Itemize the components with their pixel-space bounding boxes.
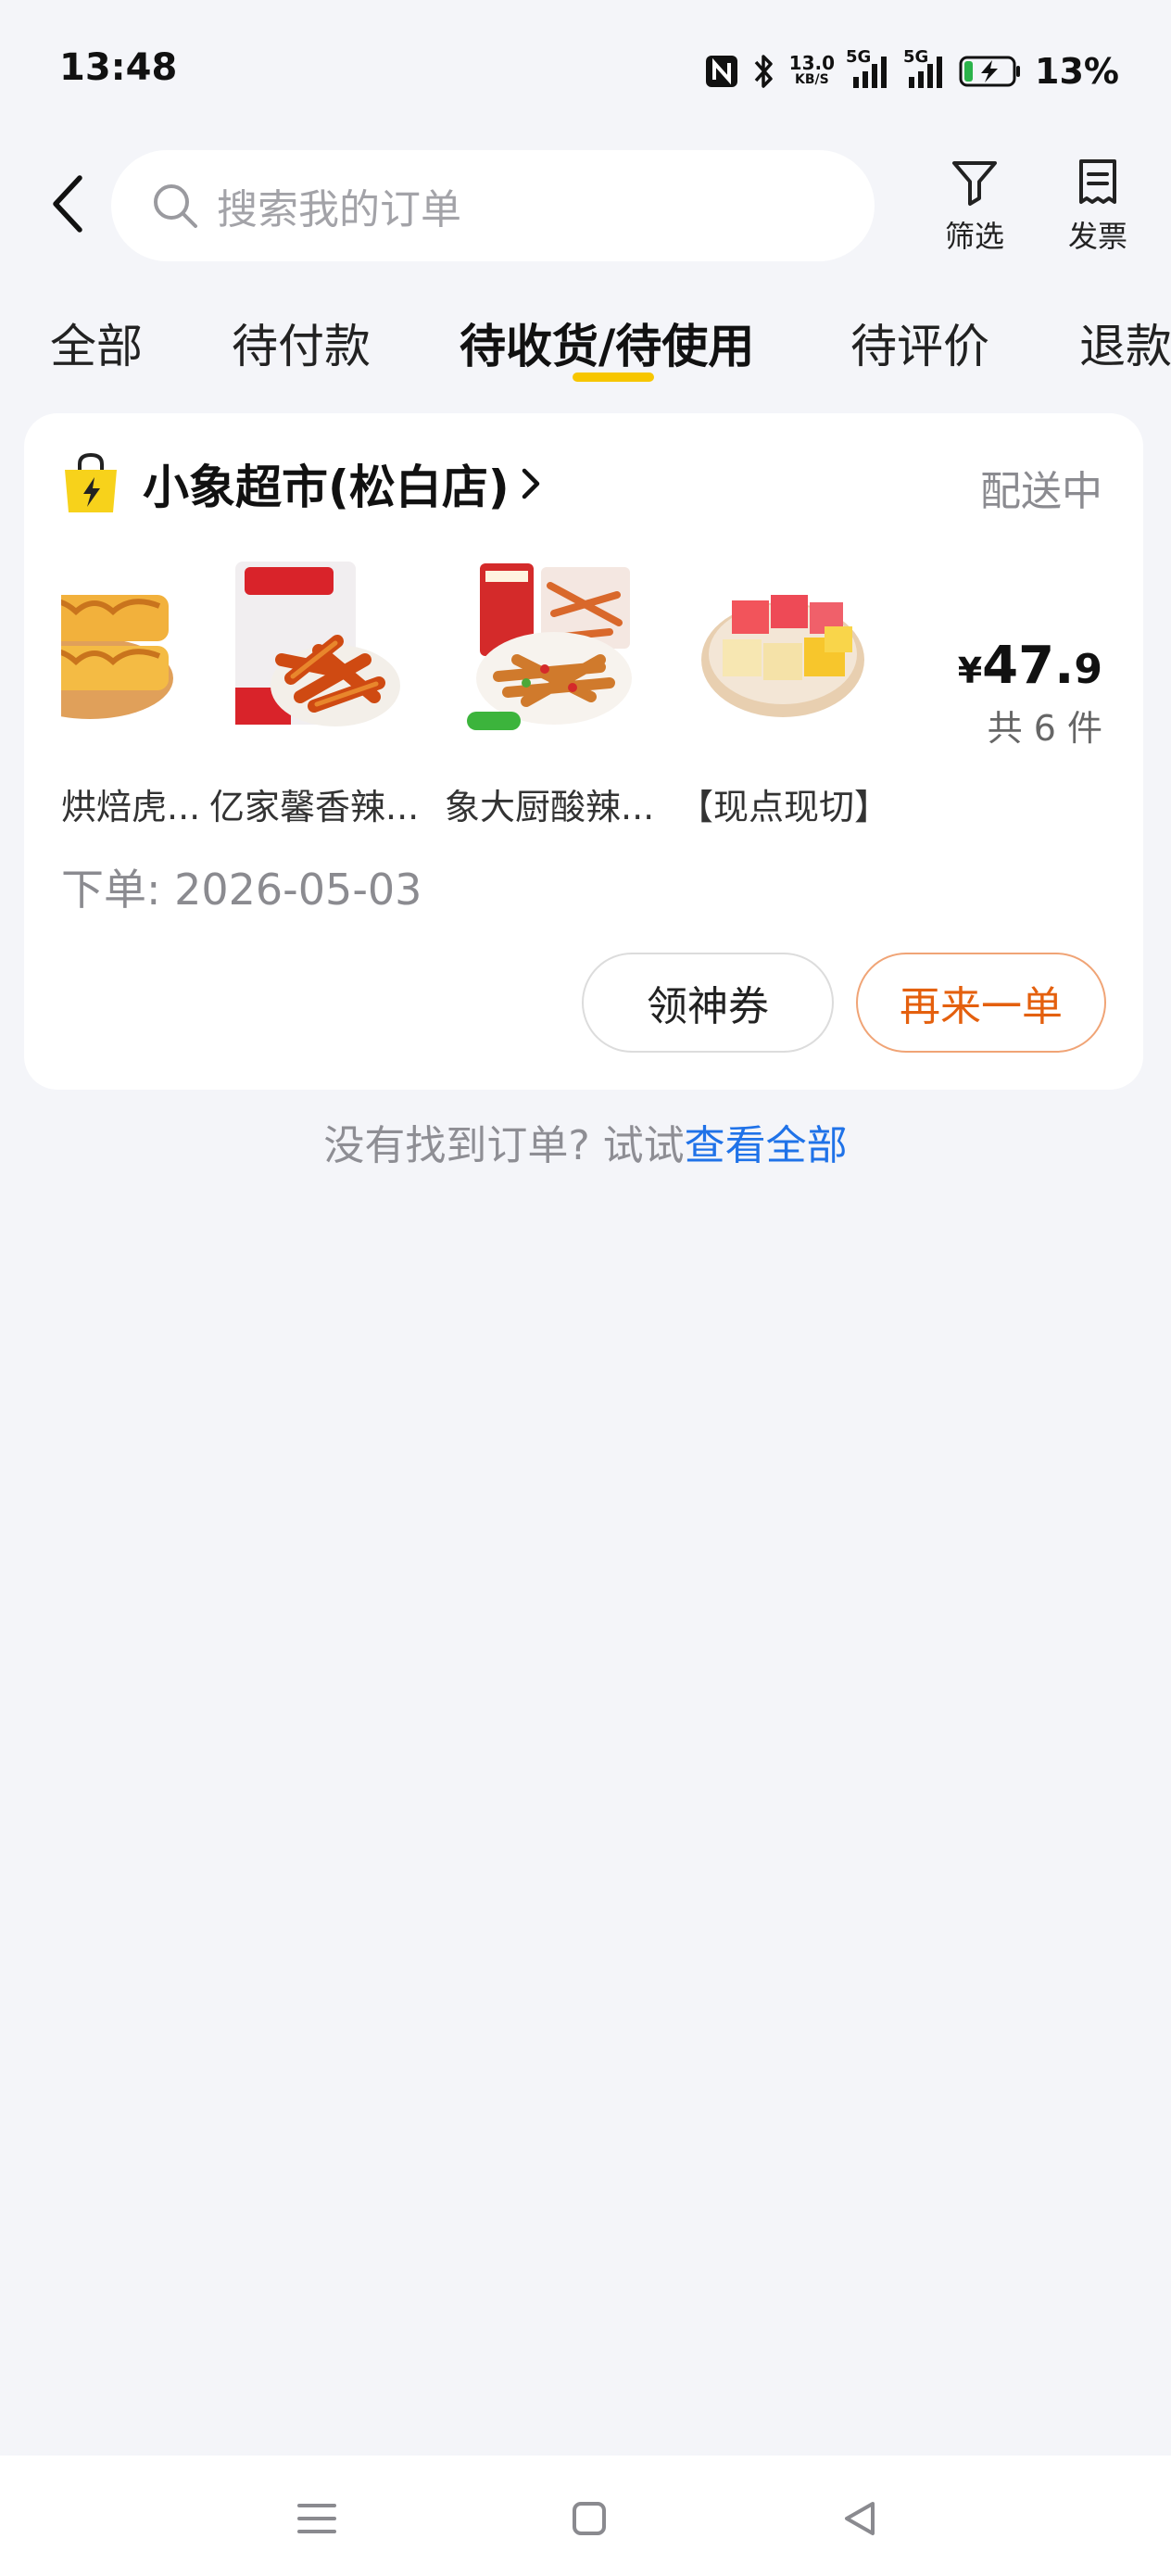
price-symbol: ¥ — [957, 650, 983, 691]
back-triangle-icon — [845, 2502, 875, 2535]
baked-bread-thumb — [61, 595, 173, 719]
filter-button[interactable]: 筛选 — [928, 156, 1021, 256]
search-placeholder: 搜索我的订单 — [217, 186, 461, 234]
filter-label: 筛选 — [944, 219, 1004, 254]
product-name: 亿家馨香辣... — [209, 787, 420, 827]
nfc-icon — [704, 54, 739, 89]
item-count: 共 6 件 — [987, 708, 1102, 749]
status-indicators: 13.0 KB/S 5G 5G 13% — [704, 47, 1119, 95]
search-input[interactable]: 搜索我的订单 — [111, 150, 875, 261]
net-speed: 13.0 KB/S — [788, 52, 836, 88]
order-tabs: 全部 待付款 待收货/待使用 待评价 退款 — [0, 297, 1171, 389]
tab-refund[interactable]: 退款 — [1079, 309, 1171, 376]
home-button[interactable] — [561, 2491, 617, 2546]
price-decimal: 9 — [1074, 646, 1102, 693]
view-all-link[interactable]: 查看全部 — [685, 1122, 848, 1169]
product-name: 【现点现切】... — [678, 787, 893, 827]
signal2-icon: 5G — [903, 47, 946, 90]
status-bar: 13:48 13.0 KB/S 5G 5G 13% — [0, 0, 1171, 139]
order-status: 配送中 — [980, 468, 1102, 515]
product-item[interactable]: 【现点现切】... — [678, 558, 893, 827]
store-link[interactable]: 小象超市(松白店) — [61, 450, 545, 517]
tab-all[interactable]: 全部 — [50, 309, 143, 376]
signal2-label: 5G — [903, 47, 929, 67]
product-name: 烘焙虎... — [61, 787, 200, 827]
search-icon — [154, 184, 197, 228]
battery-percent: 13% — [1035, 51, 1119, 92]
tab-pending-payment[interactable]: 待付款 — [232, 309, 371, 376]
tab-pending-receipt[interactable]: 待收货/待使用 — [460, 309, 754, 376]
order-total: ¥47.9 — [958, 636, 1102, 696]
status-time: 13:48 — [59, 46, 178, 89]
filter-icon — [952, 161, 997, 206]
prepared-dish-thumb — [467, 563, 632, 730]
product-item[interactable]: 象大厨酸辣... — [445, 558, 658, 827]
chevron-right-icon — [522, 468, 539, 499]
active-tab-indicator — [573, 373, 654, 382]
coupon-button[interactable]: 领神券 — [582, 953, 834, 1053]
menu-icon — [297, 2504, 336, 2533]
tab-pending-review[interactable]: 待评价 — [850, 309, 989, 376]
order-date: 下单: 2026-05-03 — [61, 865, 422, 915]
home-square-icon — [573, 2502, 606, 2535]
product-item[interactable]: 烘焙虎... — [61, 558, 200, 827]
order-card[interactable]: 小象超市(松白店) 配送中 烘焙虎... 亿家馨香辣... 象大厨酸辣... 【… — [24, 413, 1143, 1090]
reorder-button[interactable]: 再来一单 — [856, 953, 1106, 1053]
menu-button[interactable] — [289, 2491, 345, 2546]
back-nav-button[interactable] — [832, 2491, 888, 2546]
system-nav-bar — [0, 2456, 1171, 2576]
net-speed-value: 13.0 — [788, 52, 836, 74]
bluetooth-icon — [752, 53, 776, 90]
invoice-label: 发票 — [1067, 219, 1127, 254]
signal1-label: 5G — [846, 47, 872, 67]
price-integer: 47. — [982, 636, 1075, 696]
spicy-snack-thumb — [235, 562, 400, 726]
product-strip[interactable]: 烘焙虎... 亿家馨香辣... 象大厨酸辣... 【现点现切】 — [61, 558, 913, 827]
not-found-text: 没有找到订单? 试试 — [323, 1122, 685, 1169]
invoice-icon — [1079, 159, 1116, 204]
back-button[interactable] — [41, 171, 96, 236]
header: 搜索我的订单 筛选 发票 — [0, 139, 1171, 269]
not-found-hint: 没有找到订单? 试试查看全部 — [0, 1112, 1171, 1171]
product-name: 象大厨酸辣... — [445, 787, 655, 827]
product-item[interactable]: 亿家馨香辣... — [209, 558, 422, 827]
invoice-button[interactable]: 发票 — [1051, 156, 1144, 256]
shopping-bag-icon — [65, 452, 117, 512]
back-arrow-icon — [53, 175, 82, 233]
price-block: ¥47.9 共 6 件 — [958, 636, 1102, 751]
cut-fruit-thumb — [701, 595, 864, 717]
battery-charging-icon — [959, 55, 1022, 88]
store-name: 小象超市(松白店) — [143, 461, 510, 514]
net-speed-unit: KB/S — [794, 72, 829, 87]
signal-icon: 5G — [846, 47, 890, 90]
